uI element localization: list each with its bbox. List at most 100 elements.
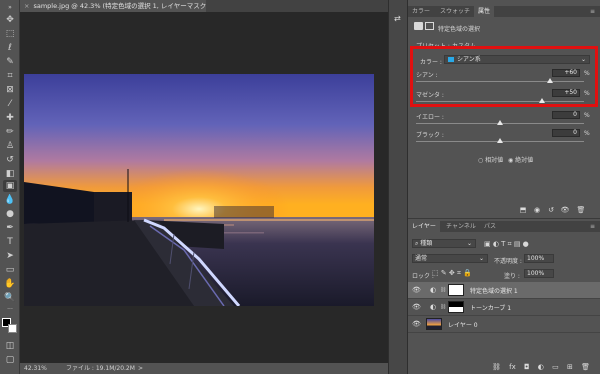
layer-name[interactable]: レイヤー 0 — [448, 320, 478, 329]
blur-tool-icon[interactable]: 💧 — [3, 194, 17, 206]
tab-channels[interactable]: チャンネル — [442, 221, 480, 232]
type-tool-icon[interactable]: T — [3, 236, 17, 248]
lasso-tool-icon[interactable]: ℓ — [3, 42, 17, 54]
adjustment-layer-icon: ◐ — [430, 303, 437, 311]
slider-label: ブラック : — [416, 132, 444, 139]
crop-tool-icon[interactable]: ⌗ — [3, 70, 17, 82]
layers-panel: レイヤー チャンネル パス ≡ ⌕ 種類 ⌄ ▣ ◐ T ⌗ ▤ ● 通常 ⌄ … — [408, 218, 600, 374]
dodge-tool-icon[interactable]: ● — [3, 208, 17, 220]
link-icon[interactable]: ⛓ — [440, 304, 446, 310]
layer-name[interactable]: トーンカーブ 1 — [470, 303, 511, 312]
layers-menu-icon[interactable]: ≡ — [586, 221, 599, 232]
slider-label: イエロー : — [416, 114, 444, 121]
layer-visibility-icon[interactable]: 👁 — [412, 286, 421, 294]
close-document-icon[interactable]: × — [24, 2, 29, 10]
document-title: sample.jpg @ 42.3% (特定色域の選択 1, レイヤーマスク/8… — [33, 2, 221, 10]
zoom-level[interactable]: 42.31% — [24, 363, 47, 374]
marquee-tool-icon[interactable]: ⬚ — [3, 28, 17, 40]
visibility-icon[interactable]: 👁 — [560, 206, 570, 215]
more-tools-icon[interactable]: ··· — [3, 304, 17, 316]
quick-mask-icon[interactable]: ◫ — [3, 340, 17, 352]
fill-field[interactable]: 100% — [524, 269, 554, 278]
screen-mode-icon[interactable]: ▢ — [3, 354, 17, 366]
method-absolute[interactable]: ◉ 絶対値 — [508, 155, 533, 164]
tab-swatches[interactable]: スウォッチ — [436, 6, 474, 17]
history-brush-tool-icon[interactable]: ↺ — [3, 154, 17, 166]
folder-icon[interactable]: ▭ — [552, 363, 559, 371]
blend-mode-value: 通常 — [415, 255, 428, 262]
document-tab-bar — [206, 0, 388, 12]
pen-tool-icon[interactable]: ✒ — [3, 222, 17, 234]
healing-brush-tool-icon[interactable]: ✚ — [3, 112, 17, 124]
document-image[interactable] — [24, 74, 374, 306]
collapse-toolbar-icon[interactable]: » — [3, 2, 17, 14]
move-tool-icon[interactable]: ✥ — [3, 14, 17, 26]
layer-filter-dropdown[interactable]: ⌕ 種類 ⌄ — [412, 239, 476, 248]
eraser-tool-icon[interactable]: ◧ — [3, 168, 17, 180]
tab-paths[interactable]: パス — [480, 221, 500, 232]
layer-filter-value: 種類 — [420, 240, 433, 247]
tab-layers[interactable]: レイヤー — [408, 221, 440, 232]
shape-tool-icon[interactable]: ▭ — [3, 264, 17, 276]
add-mask-icon[interactable]: ◘ — [524, 363, 530, 371]
zoom-tool-icon[interactable]: 🔍 — [3, 292, 17, 304]
chevron-down-icon: ⌄ — [466, 240, 472, 247]
slider-value-field[interactable]: 0 — [552, 111, 580, 119]
clone-stamp-tool-icon[interactable]: ♙ — [3, 140, 17, 152]
tools-panel: » ✥ ⬚ ℓ ✎ ⌗ ⊠ ⁄ ✚ ✏ ♙ ↺ ◧ ▣ 💧 ● ✒ T ➤ ▭ … — [0, 0, 20, 374]
layer-mask-thumbnail[interactable] — [448, 284, 464, 296]
fx-icon[interactable]: fx — [509, 363, 516, 371]
slider-thumb[interactable] — [497, 138, 503, 143]
trash-icon[interactable]: 🗑 — [581, 363, 590, 371]
mask-icon[interactable] — [425, 22, 434, 30]
layer-row[interactable]: 👁 レイヤー 0 — [408, 316, 600, 333]
panel-menu-icon[interactable]: ≡ — [586, 6, 599, 17]
radio-relative-icon[interactable]: ○ — [478, 157, 483, 164]
hand-tool-icon[interactable]: ✋ — [3, 278, 17, 290]
tab-color[interactable]: カラー — [408, 6, 434, 17]
lock-label: ロック : — [412, 273, 434, 280]
layer-visibility-icon[interactable]: 👁 — [412, 303, 421, 311]
fill-label: 塗り : — [504, 273, 520, 280]
slider-value-field[interactable]: 0 — [552, 129, 580, 137]
trash-icon[interactable]: 🗑 — [576, 206, 586, 215]
opacity-field[interactable]: 100% — [524, 254, 554, 263]
frame-tool-icon[interactable]: ⊠ — [3, 84, 17, 96]
filter-icons[interactable]: ▣ ◐ T ⌗ ▤ ● — [484, 240, 529, 249]
adjustment-layer-icon[interactable]: ◐ — [538, 363, 544, 371]
tab-properties[interactable]: 属性 — [474, 6, 495, 17]
method-absolute-label: 絶対値 — [515, 157, 534, 164]
layer-row[interactable]: 👁 ◐ ⛓ 特定色域の選択 1 — [408, 282, 600, 299]
link-icon[interactable]: ⛓ — [440, 287, 446, 293]
new-layer-icon[interactable]: ⊞ — [567, 363, 573, 371]
layer-mask-thumbnail[interactable] — [448, 301, 464, 313]
reset-icon[interactable]: ↺ — [546, 206, 556, 215]
method-relative[interactable]: ○ 相対値 — [478, 155, 503, 164]
clip-to-layer-icon[interactable]: ⬒ — [518, 206, 528, 215]
path-select-tool-icon[interactable]: ➤ — [3, 250, 17, 262]
collapsed-panel-strip: ⇄ — [388, 0, 408, 374]
document-tab[interactable]: × sample.jpg @ 42.3% (特定色域の選択 1, レイヤーマスク/… — [20, 0, 220, 12]
view-previous-state-icon[interactable]: ◉ — [532, 206, 542, 215]
layer-thumbnail — [426, 318, 442, 330]
blend-mode-dropdown[interactable]: 通常 ⌄ — [412, 254, 488, 263]
slider-thumb[interactable] — [497, 120, 503, 125]
properties-panel: カラー スウォッチ 属性 ≡ 特定色域の選択 プリセット : カスタム カラー … — [408, 0, 600, 218]
layer-row[interactable]: 👁 ◐ ⛓ トーンカーブ 1 — [408, 299, 600, 316]
fill-value: 100% — [527, 270, 545, 277]
brush-tool-icon[interactable]: ✏ — [3, 126, 17, 138]
history-panel-icon[interactable]: ⇄ — [394, 14, 401, 23]
layer-name[interactable]: 特定色域の選択 1 — [470, 286, 518, 295]
opacity-value: 100% — [527, 255, 545, 262]
red-highlight-box — [410, 46, 598, 107]
gradient-tool-icon[interactable]: ▣ — [3, 180, 17, 192]
slider-unit: % — [584, 112, 590, 119]
quick-select-tool-icon[interactable]: ✎ — [3, 56, 17, 68]
link-icon[interactable]: ⛓ — [492, 363, 501, 371]
lock-icons[interactable]: ⬚ ✎ ✥ ⌗ 🔒 — [432, 269, 472, 278]
background-color-swatch[interactable] — [8, 324, 17, 333]
radio-absolute-icon[interactable]: ◉ — [508, 157, 513, 164]
layer-visibility-icon[interactable]: 👁 — [412, 320, 421, 328]
status-menu-arrow[interactable]: > — [138, 363, 143, 374]
eyedropper-tool-icon[interactable]: ⁄ — [3, 98, 17, 110]
